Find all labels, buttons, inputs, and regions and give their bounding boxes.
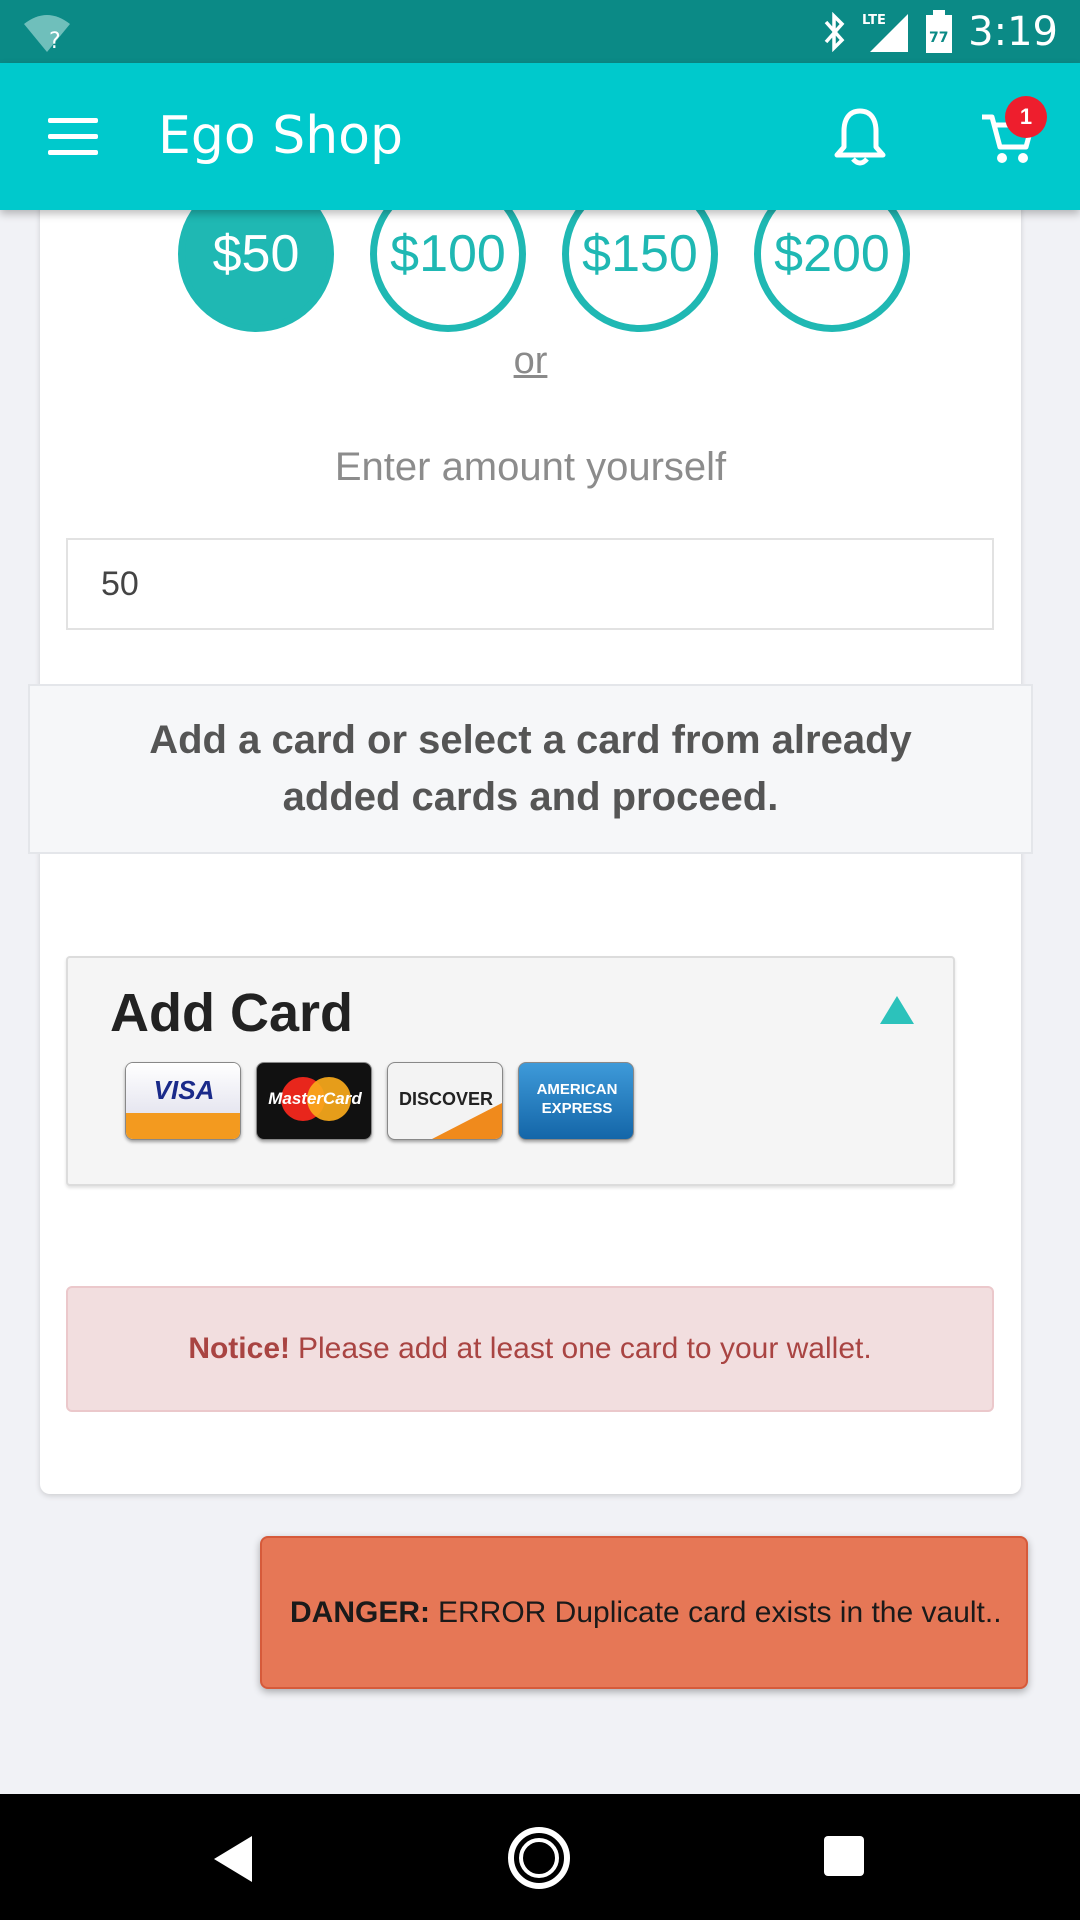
enter-amount-label: Enter amount yourself [334,445,727,489]
navigation-bar [0,1794,1080,1920]
status-right: LTE 77 3:19 [820,8,1058,56]
info-band: Add a card or select a card from already… [28,684,1033,854]
amount-option-100[interactable]: $100 [370,190,526,332]
discover-text: DISCOVER [398,1089,494,1109]
lte-signal-icon: LTE [862,13,909,52]
danger-toast[interactable]: DANGER: ERROR Duplicate card exists in t… [260,1536,1028,1689]
discover-logo: DISCOVER [387,1062,503,1140]
add-card-title: Add Card [110,983,353,1043]
amount-option-200[interactable]: $200 [754,190,910,332]
toast-label: DANGER: [290,1595,430,1629]
wifi-icon: ? [24,15,70,54]
wifi-question-mark: ? [49,29,61,54]
network-label: LTE [862,13,886,28]
recents-icon[interactable] [824,1836,864,1876]
battery-level: 77 [929,30,948,46]
mastercard-text: MasterCard [268,1089,362,1108]
add-card-panel[interactable]: Add Card VISA MasterCard DISCOVER AMERIC… [66,956,955,1186]
battery-icon: 77 [926,10,953,53]
amex-logo: AMERICAN EXPRESS [518,1062,634,1140]
amount-option-150[interactable]: $150 [562,190,718,332]
collapse-triangle-icon[interactable] [880,996,914,1024]
notice-message: Please add at least one card to your wal… [298,1332,872,1365]
notice-alert: Notice! Please add at least one card to … [66,1286,994,1412]
notice-label: Notice! [188,1332,290,1365]
back-icon[interactable] [210,1834,254,1884]
amount-option-50[interactable]: $50 [178,190,334,332]
home-icon[interactable] [508,1827,570,1889]
amex-text: AMERICAN EXPRESS [536,1081,618,1117]
or-divider: or [513,340,548,382]
bell-icon[interactable] [832,107,888,167]
visa-logo: VISA [125,1062,241,1140]
screen: ? LTE 77 3:19 Ego Shop 1 $50 $100 $150 $… [0,0,1080,1920]
app-title: Ego Shop [158,106,403,166]
cart-badge[interactable]: 1 [1005,96,1047,138]
card-logos: VISA MasterCard DISCOVER AMERICAN EXPRES… [125,1062,634,1140]
hamburger-menu-icon[interactable] [48,118,98,156]
mastercard-logo: MasterCard [256,1062,372,1140]
status-bar: ? LTE 77 3:19 [0,0,1080,63]
toast-message: ERROR Duplicate card exists in the vault… [438,1595,1002,1629]
app-bar: Ego Shop [0,63,1080,210]
visa-text: VISA [153,1075,215,1105]
bluetooth-icon [824,12,845,52]
status-time: 3:19 [968,9,1058,55]
amount-input[interactable] [66,538,994,630]
